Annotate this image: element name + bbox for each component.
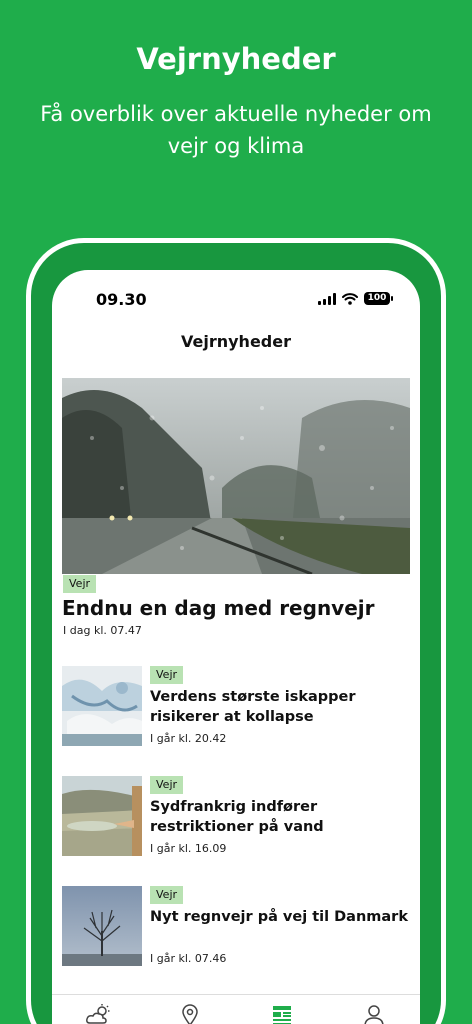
battery-icon: 100 [364,292,393,305]
location-pin-icon[interactable] [176,1003,204,1024]
status-icons: 100 [318,292,393,305]
article-title: Verdens største iskapper risikerer at ko… [150,689,356,725]
list-item[interactable]: Vejr Verdens største iskapper risikerer … [62,666,412,748]
article-tag: Vejr [150,776,184,794]
hero-tag: Vejr [63,575,97,593]
article-timestamp: I går kl. 16.09 [150,842,227,855]
article-thumbnail [62,886,142,966]
hero-image[interactable] [62,378,410,574]
list-item[interactable]: Vejr Sydfrankrig indfører restriktioner … [62,776,412,858]
promo-title: Vejrnyheder [136,42,336,76]
article-thumbnail [62,776,142,856]
article-title: Nyt regnvejr på vej til Danmark [150,909,408,925]
article-timestamp: I går kl. 20.42 [150,732,227,745]
tab-bar [52,994,420,1024]
hero-title[interactable]: Endnu en dag med regnvejr [62,596,375,620]
article-thumbnail [62,666,142,746]
cellular-signal-icon [318,292,336,305]
article-timestamp: I går kl. 07.46 [150,952,227,965]
wifi-icon [342,292,358,305]
profile-icon[interactable] [360,1003,388,1024]
page-title: Vejrnyheder [181,332,291,351]
news-icon[interactable] [268,1003,296,1024]
article-title: Sydfrankrig indfører restriktioner på va… [150,799,324,835]
status-time: 09.30 [96,290,147,309]
article-tag: Vejr [150,886,184,904]
hero-timestamp: I dag kl. 07.47 [63,624,142,637]
promo-subtitle: Få overblik over aktuelle nyheder om vej… [40,102,432,158]
article-tag: Vejr [150,666,184,684]
list-item[interactable]: Vejr Nyt regnvejr på vej til Danmark I g… [62,886,412,968]
cloud-sun-icon[interactable] [84,1003,112,1024]
app-screen: 09.30 100 Vejrnyheder Vejr Endnu en dag … [52,270,420,1024]
